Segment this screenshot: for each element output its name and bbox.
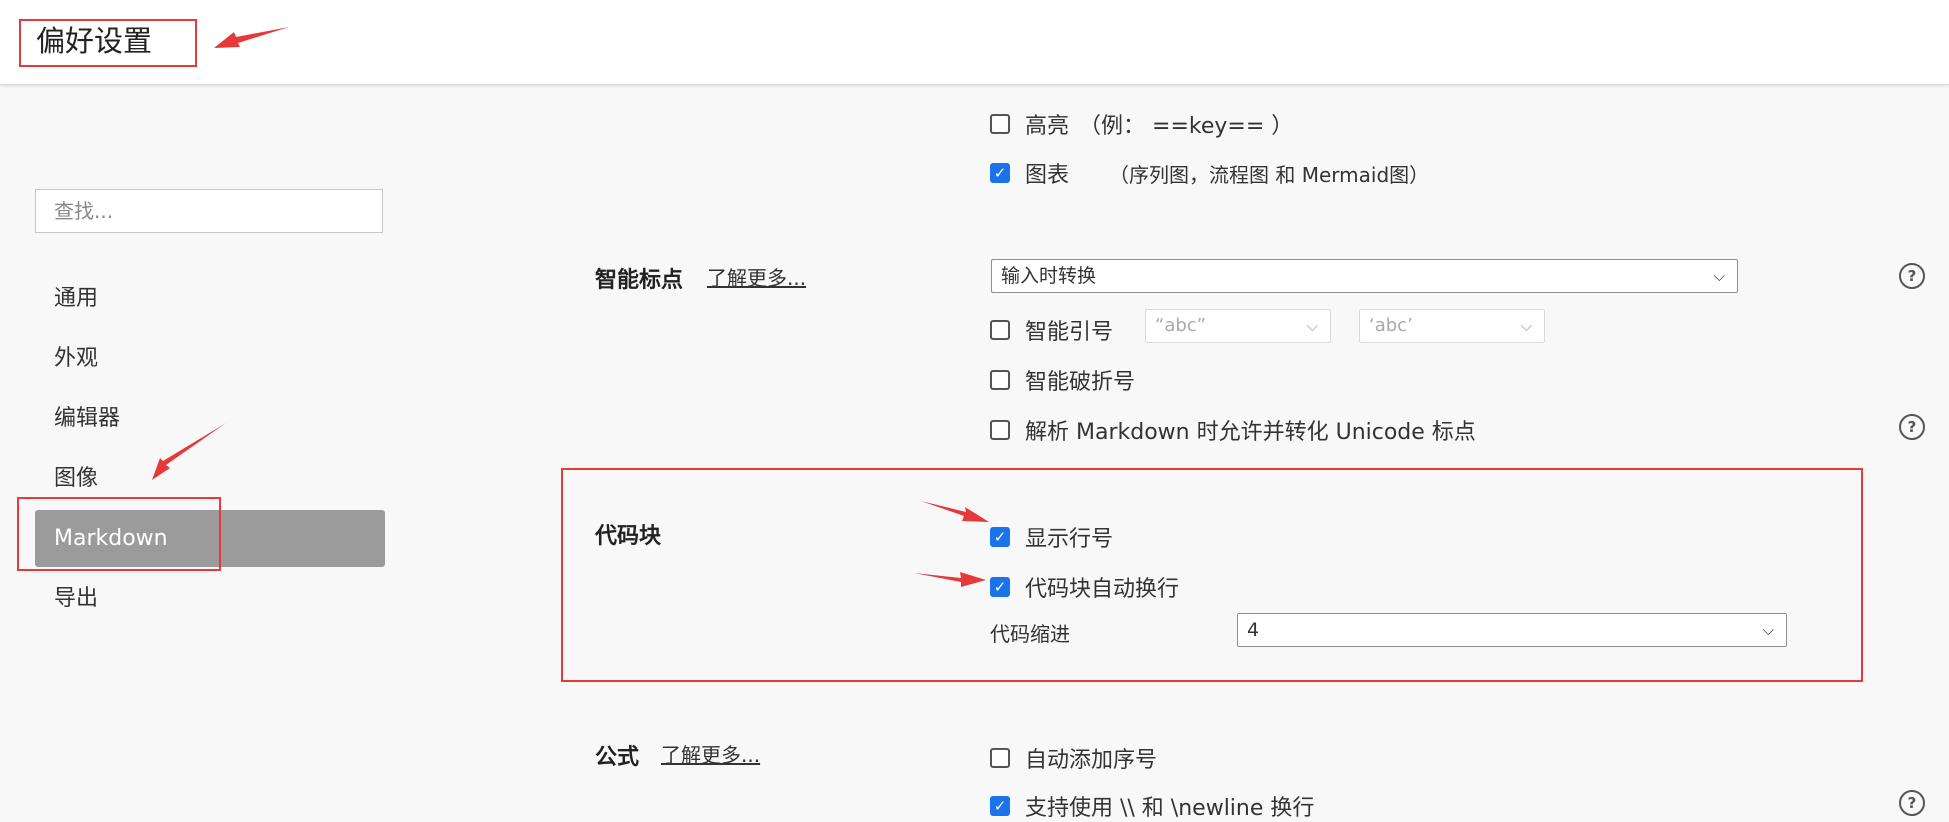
double-quote-style-select[interactable]: “abc” ⌵ xyxy=(1145,309,1331,343)
sidebar-item-export[interactable]: 导出 xyxy=(35,570,385,627)
newline-checkbox[interactable]: ✓ xyxy=(990,796,1010,816)
title-bar: 偏好设置 xyxy=(0,0,1949,85)
diagrams-hint: （序列图，流程图 和 Mermaid图） xyxy=(1109,162,1430,187)
smart-quotes-row: 智能引号 xyxy=(990,314,1113,346)
sidebar-item-editor[interactable]: 编辑器 xyxy=(35,390,385,447)
wrap-lines-label: 代码块自动换行 xyxy=(1025,577,1180,602)
newline-row: ✓ 支持使用 \\ 和 \newline 换行 xyxy=(990,790,1314,822)
chevron-down-icon: ⌵ xyxy=(1306,317,1318,335)
wrap-lines-row: ✓ 代码块自动换行 xyxy=(990,571,1179,603)
sidebar-item-general[interactable]: 通用 xyxy=(35,270,385,327)
wrap-lines-checkbox[interactable]: ✓ xyxy=(990,577,1010,597)
smart-dashes-label: 智能破折号 xyxy=(1025,370,1136,395)
math-learn-more[interactable]: 了解更多... xyxy=(661,739,760,768)
help-icon[interactable]: ? xyxy=(1899,263,1925,289)
unicode-punctuation-row: 解析 Markdown 时允许并转化 Unicode 标点 xyxy=(990,414,1476,446)
help-icon[interactable]: ? xyxy=(1899,414,1925,440)
smart-punctuation-mode-select[interactable]: 输入时转换 ⌵ xyxy=(991,259,1738,293)
highlight-row: 高亮 （例： ==key== ） xyxy=(990,108,1293,140)
diagrams-row: ✓ 图表 （序列图，流程图 和 Mermaid图） xyxy=(990,157,1429,189)
auto-numbering-checkbox[interactable] xyxy=(990,748,1010,768)
checkmark-icon: ✓ xyxy=(993,578,1007,596)
diagrams-label: 图表 xyxy=(1025,163,1070,188)
code-indent-select[interactable]: 4 ⌵ xyxy=(1237,613,1787,647)
smart-punctuation-learn-more[interactable]: 了解更多... xyxy=(707,262,806,291)
chevron-down-icon: ⌵ xyxy=(1713,267,1725,285)
chevron-down-icon: ⌵ xyxy=(1762,621,1774,639)
highlight-label: 高亮 xyxy=(1025,114,1070,139)
highlight-hint: （例： ==key== ） xyxy=(1079,114,1294,139)
show-line-numbers-row: ✓ 显示行号 xyxy=(990,521,1113,553)
smart-quotes-label: 智能引号 xyxy=(1025,320,1114,345)
sidebar-item-image[interactable]: 图像 xyxy=(35,450,385,507)
sidebar-item-appearance[interactable]: 外观 xyxy=(35,330,385,387)
math-title: 公式 xyxy=(595,745,640,770)
auto-numbering-row: 自动添加序号 xyxy=(990,742,1157,774)
search-input[interactable] xyxy=(35,189,383,233)
smart-quotes-checkbox[interactable] xyxy=(990,320,1010,340)
newline-label: 支持使用 \\ 和 \newline 换行 xyxy=(1025,796,1315,821)
smart-dashes-row: 智能破折号 xyxy=(990,364,1135,396)
sidebar-item-markdown[interactable]: Markdown xyxy=(35,510,385,567)
code-block-title: 代码块 xyxy=(595,524,662,549)
single-quote-style-select[interactable]: ‘abc’ ⌵ xyxy=(1359,309,1545,343)
single-quote-style-value: ‘abc’ xyxy=(1369,315,1413,336)
show-line-numbers-label: 显示行号 xyxy=(1025,527,1114,552)
checkmark-icon: ✓ xyxy=(993,528,1007,546)
unicode-punctuation-label: 解析 Markdown 时允许并转化 Unicode 标点 xyxy=(1025,420,1476,445)
chevron-down-icon: ⌵ xyxy=(1520,317,1532,335)
double-quote-style-value: “abc” xyxy=(1155,315,1207,336)
smart-punctuation-title: 智能标点 xyxy=(595,268,684,293)
smart-punctuation-mode-value: 输入时转换 xyxy=(1001,265,1097,287)
sidebar-nav: 通用 外观 编辑器 图像 Markdown 导出 xyxy=(35,270,385,630)
help-icon[interactable]: ? xyxy=(1899,790,1925,816)
show-line-numbers-checkbox[interactable]: ✓ xyxy=(990,527,1010,547)
checkmark-icon: ✓ xyxy=(993,797,1007,815)
annotation-arrow-icon xyxy=(914,572,986,587)
window-title: 偏好设置 xyxy=(36,24,153,58)
smart-dashes-checkbox[interactable] xyxy=(990,370,1010,390)
annotation-arrow-icon xyxy=(921,501,989,522)
code-indent-label: 代码缩进 xyxy=(990,622,1070,646)
unicode-punctuation-checkbox[interactable] xyxy=(990,420,1010,440)
code-indent-value: 4 xyxy=(1247,619,1260,641)
auto-numbering-label: 自动添加序号 xyxy=(1025,748,1158,773)
annotation-box-code-block xyxy=(561,468,1863,682)
checkmark-icon: ✓ xyxy=(993,164,1007,182)
highlight-checkbox[interactable] xyxy=(990,114,1010,134)
diagrams-checkbox[interactable]: ✓ xyxy=(990,163,1010,183)
